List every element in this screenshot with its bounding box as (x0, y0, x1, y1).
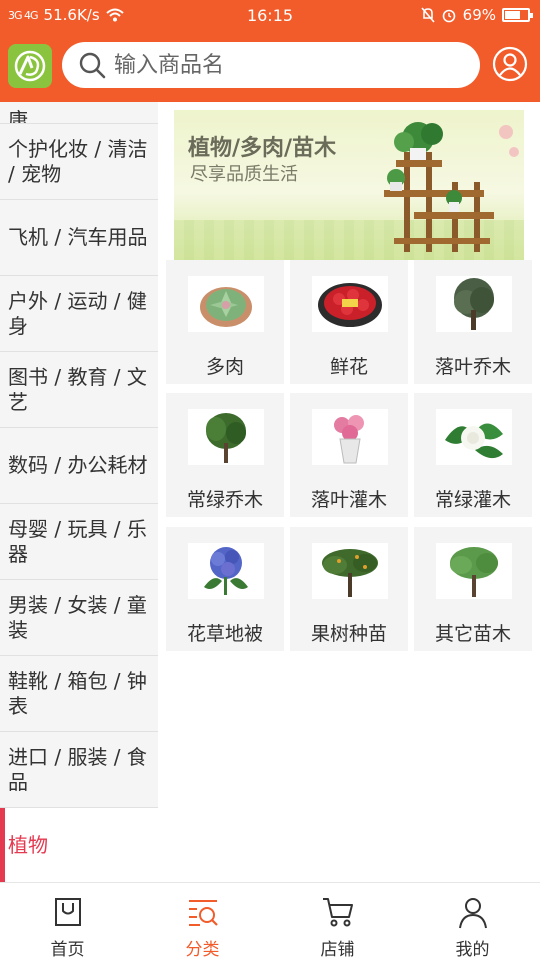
search-input[interactable] (114, 52, 474, 78)
profile-icon[interactable] (492, 46, 528, 82)
sidebar-item-partial[interactable]: 康 (0, 102, 158, 124)
category-tile-ground-cover[interactable]: 花草地被 (166, 527, 284, 651)
gardenia-icon (445, 423, 503, 459)
tile-thumb (312, 409, 388, 465)
category-tile-fresh-flowers[interactable]: 鲜花 (290, 260, 408, 384)
tile-label: 鲜花 (329, 356, 368, 378)
search-bar[interactable] (62, 42, 480, 88)
category-tile-fruit-tree[interactable]: 果树种苗 (290, 527, 408, 651)
tile-label: 落叶灌木 (310, 489, 387, 511)
battery-icon (502, 8, 533, 22)
logo-icon (14, 50, 46, 82)
status-bar: 3G 4G 51.6K/s 16:15 69% (0, 0, 540, 30)
category-sidebar: 康 个护化妆 / 清洁 / 宠物 飞机 / 汽车用品 户外 / 运动 / 健身 … (0, 102, 158, 882)
tile-thumb (436, 276, 512, 332)
category-tile-evergreen-tree[interactable]: 常绿乔木 (166, 393, 284, 517)
sidebar-item-books[interactable]: 图书 / 教育 / 文艺 (0, 352, 158, 428)
tile-label: 落叶乔木 (434, 356, 511, 378)
plant-stand-icon (384, 122, 519, 252)
sapling-icon (450, 547, 498, 597)
sidebar-item-digital-office[interactable]: 数码 / 办公耗材 (0, 428, 158, 504)
category-tile-deciduous-shrub[interactable]: 落叶灌木 (290, 393, 408, 517)
sidebar-item-label: 男装 / 女装 / 童装 (8, 592, 147, 642)
bottom-tab-bar: 首页 分类 店铺 我的 (0, 882, 540, 960)
cart-icon (322, 898, 353, 927)
tile-thumb (312, 543, 388, 599)
category-content: 植物/多肉/苗木 尽享品质生活 多肉 鲜花 落叶乔木 常绿乔木 落叶灌木 常绿灌… (158, 102, 540, 882)
sidebar-item-label: 户外 / 运动 / 健身 (8, 288, 147, 338)
tab-label: 我的 (455, 940, 490, 960)
tile-label: 果树种苗 (310, 623, 387, 645)
tile-label: 多肉 (205, 356, 244, 378)
sidebar-item-imports[interactable]: 进口 / 服装 / 食品 (0, 732, 158, 808)
tile-thumb (436, 409, 512, 465)
sidebar-item-plants[interactable]: 植物 (0, 808, 158, 882)
category-search-icon (188, 900, 218, 926)
search-icon (79, 52, 106, 79)
battery-percent: 69% (462, 6, 496, 24)
category-tile-other-saplings[interactable]: 其它苗木 (414, 527, 532, 651)
user-icon (458, 898, 487, 929)
flower-bouquet-icon (318, 283, 382, 327)
sidebar-item-clothing[interactable]: 男装 / 女装 / 童装 (0, 580, 158, 656)
sidebar-item-baby-toys[interactable]: 母婴 / 玩具 / 乐器 (0, 504, 158, 580)
tile-label: 花草地被 (186, 623, 263, 645)
sidebar-item-label: 飞机 / 汽车用品 (8, 225, 148, 249)
mute-bell-icon (421, 7, 435, 23)
tile-thumb (312, 276, 388, 332)
sidebar-item-label: 母婴 / 玩具 / 乐器 (8, 516, 147, 566)
tab-category[interactable]: 分类 (135, 883, 270, 960)
tile-thumb (188, 543, 264, 599)
sidebar-item-label: 鞋靴 / 箱包 / 钟表 (8, 668, 147, 718)
tile-label: 常绿灌木 (434, 489, 511, 511)
category-tile-deciduous-tree[interactable]: 落叶乔木 (414, 260, 532, 384)
category-tile-succulent[interactable]: 多肉 (166, 260, 284, 384)
banner-subtitle: 尽享品质生活 (190, 164, 298, 185)
sidebar-item-aircraft-auto[interactable]: 飞机 / 汽车用品 (0, 200, 158, 276)
tile-label: 常绿乔木 (186, 489, 263, 511)
tab-label: 首页 (50, 940, 85, 960)
sidebar-item-personal-care[interactable]: 个护化妆 / 清洁 / 宠物 (0, 124, 158, 200)
tile-thumb (188, 276, 264, 332)
home-bag-icon (54, 898, 81, 926)
alarm-icon (442, 9, 455, 23)
sidebar-item-label: 数码 / 办公耗材 (8, 453, 148, 477)
tile-label: 其它苗木 (434, 623, 511, 645)
evergreen-tree-icon (206, 413, 246, 463)
tile-thumb (436, 543, 512, 599)
sidebar-item-label: 个护化妆 / 清洁 / 宠物 (8, 136, 148, 186)
sidebar-item-outdoor-sports[interactable]: 户外 / 运动 / 健身 (0, 276, 158, 352)
sidebar-item-label: 图书 / 教育 / 文艺 (8, 364, 147, 414)
tab-label: 分类 (185, 940, 220, 960)
sidebar-item-shoes-bags[interactable]: 鞋靴 / 箱包 / 钟表 (0, 656, 158, 732)
tile-thumb (188, 409, 264, 465)
deciduous-tree-icon (454, 278, 494, 330)
sidebar-item-label: 康 (8, 108, 28, 124)
sidebar-item-label: 进口 / 服装 / 食品 (8, 744, 147, 794)
banner-title: 植物/多肉/苗木 (188, 136, 337, 161)
tab-home[interactable]: 首页 (0, 883, 135, 960)
category-banner[interactable]: 植物/多肉/苗木 尽享品质生活 (174, 110, 524, 260)
hydrangea-icon (204, 547, 248, 595)
status-right: 69% (421, 6, 533, 24)
tab-store[interactable]: 店铺 (270, 883, 405, 960)
category-tile-evergreen-shrub[interactable]: 常绿灌木 (414, 393, 532, 517)
succulent-icon (200, 287, 252, 327)
tab-mine[interactable]: 我的 (405, 883, 540, 960)
top-header (0, 30, 540, 102)
app-logo[interactable] (8, 44, 52, 88)
flower-vase-icon (334, 415, 364, 464)
tab-label: 店铺 (320, 940, 355, 960)
fruit-tree-icon (322, 549, 378, 597)
sidebar-item-label: 植物 (8, 832, 48, 857)
